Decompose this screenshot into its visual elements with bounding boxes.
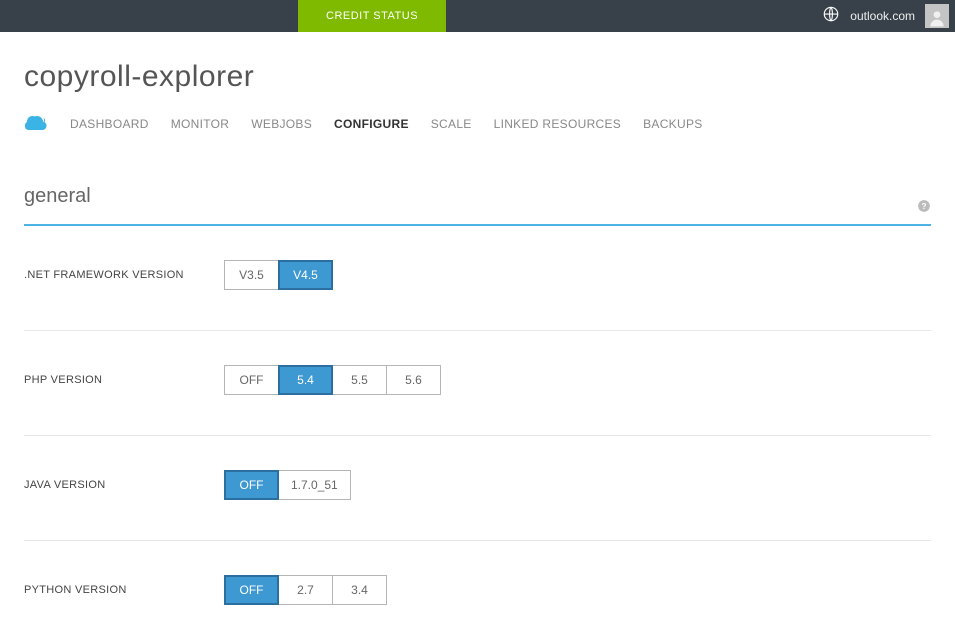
credit-status-button[interactable]: CREDIT STATUS bbox=[298, 0, 446, 32]
section-header: general ? bbox=[24, 185, 931, 226]
tab-backups[interactable]: BACKUPS bbox=[643, 117, 702, 131]
python-option-off[interactable]: OFF bbox=[224, 575, 279, 605]
content-area: copyroll-explorer DASHBOARD MONITOR WEBJ… bbox=[0, 32, 955, 625]
python-option-27[interactable]: 2.7 bbox=[278, 575, 333, 605]
tab-scale[interactable]: SCALE bbox=[431, 117, 472, 131]
segmented-python: OFF 2.7 3.4 bbox=[224, 575, 387, 605]
globe-icon[interactable] bbox=[822, 5, 840, 28]
segmented-php: OFF 5.4 5.5 5.6 bbox=[224, 365, 441, 395]
php-option-off[interactable]: OFF bbox=[224, 365, 279, 395]
setting-label-python: PYTHON VERSION bbox=[24, 584, 224, 596]
tab-configure[interactable]: CONFIGURE bbox=[334, 117, 409, 131]
section-title: general bbox=[24, 185, 91, 208]
setting-php: PHP VERSION OFF 5.4 5.5 5.6 bbox=[24, 365, 931, 436]
setting-label-net: .NET FRAMEWORK VERSION bbox=[24, 269, 224, 281]
setting-label-php: PHP VERSION bbox=[24, 374, 224, 386]
tab-linked-resources[interactable]: LINKED RESOURCES bbox=[494, 117, 622, 131]
tab-monitor[interactable]: MONITOR bbox=[171, 117, 230, 131]
python-option-34[interactable]: 3.4 bbox=[332, 575, 387, 605]
segmented-net: V3.5 V4.5 bbox=[224, 260, 333, 290]
setting-java: JAVA VERSION OFF 1.7.0_51 bbox=[24, 470, 931, 541]
segmented-java: OFF 1.7.0_51 bbox=[224, 470, 351, 500]
php-option-56[interactable]: 5.6 bbox=[386, 365, 441, 395]
topbar: CREDIT STATUS outlook.com bbox=[0, 0, 955, 32]
java-option-off[interactable]: OFF bbox=[224, 470, 279, 500]
net-option-v45[interactable]: V4.5 bbox=[278, 260, 333, 290]
setting-label-java: JAVA VERSION bbox=[24, 479, 224, 491]
tab-webjobs[interactable]: WEBJOBS bbox=[251, 117, 312, 131]
topbar-left: CREDIT STATUS bbox=[0, 0, 446, 32]
setting-python: PYTHON VERSION OFF 2.7 3.4 bbox=[24, 575, 931, 625]
tabs: DASHBOARD MONITOR WEBJOBS CONFIGURE SCAL… bbox=[24, 112, 931, 135]
setting-net-framework: .NET FRAMEWORK VERSION V3.5 V4.5 bbox=[24, 260, 931, 331]
account-label[interactable]: outlook.com bbox=[850, 9, 915, 23]
svg-text:?: ? bbox=[922, 202, 927, 211]
php-option-55[interactable]: 5.5 bbox=[332, 365, 387, 395]
help-icon[interactable]: ? bbox=[917, 199, 931, 218]
avatar[interactable] bbox=[925, 4, 949, 28]
net-option-v35[interactable]: V3.5 bbox=[224, 260, 279, 290]
java-option-17051[interactable]: 1.7.0_51 bbox=[278, 470, 351, 500]
tab-dashboard[interactable]: DASHBOARD bbox=[70, 117, 149, 131]
php-option-54[interactable]: 5.4 bbox=[278, 365, 333, 395]
page-title: copyroll-explorer bbox=[24, 60, 931, 94]
topbar-right: outlook.com bbox=[822, 4, 955, 28]
cloud-icon bbox=[24, 112, 48, 135]
